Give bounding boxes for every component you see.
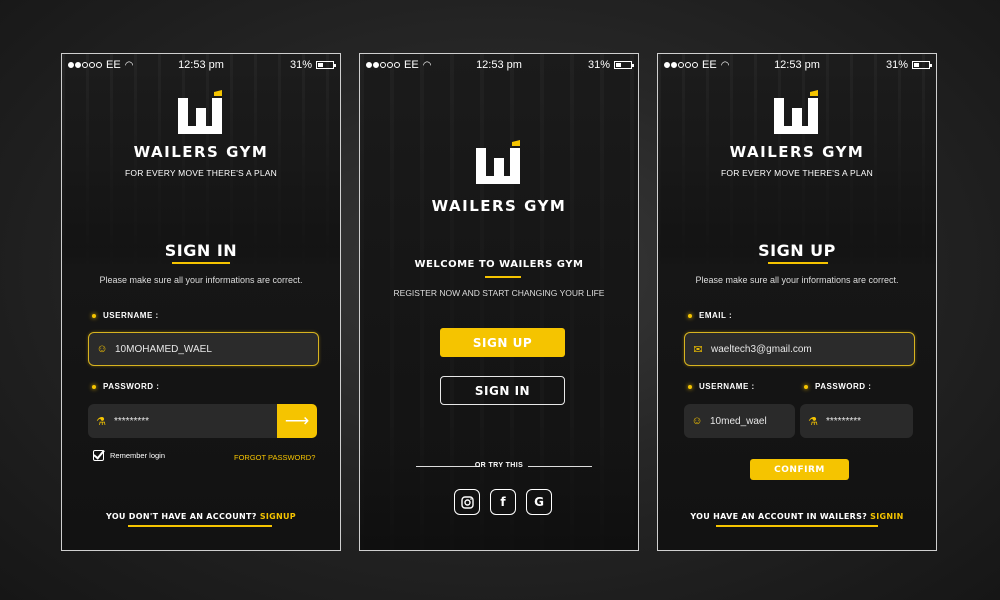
signup-prompt-text: YOU DON'T HAVE AN ACCOUNT? bbox=[106, 512, 257, 521]
password-label: PASSWORD : bbox=[804, 382, 871, 391]
battery: 31% bbox=[587, 59, 634, 71]
user-icon: ☺ bbox=[691, 415, 703, 427]
signup-button[interactable]: SIGN UP bbox=[440, 328, 565, 357]
lock-icon: ⚗ bbox=[96, 415, 106, 428]
password-label-text: PASSWORD : bbox=[815, 382, 872, 391]
logo-icon bbox=[178, 90, 222, 134]
username-value: 10med_wael bbox=[710, 415, 767, 427]
hero-background bbox=[360, 54, 638, 550]
or-text: OR TRY THIS bbox=[474, 462, 524, 469]
submit-arrow-button[interactable]: ⟶ bbox=[277, 404, 317, 438]
hero-background bbox=[658, 54, 936, 269]
password-input[interactable]: ⚗ ********* bbox=[800, 404, 913, 438]
brand-name: WAILERS GYM bbox=[133, 143, 269, 161]
bullet-icon bbox=[92, 384, 96, 389]
signin-button[interactable]: SIGN IN bbox=[440, 376, 565, 405]
signin-link[interactable]: SIGNIN bbox=[870, 512, 903, 521]
bullet-icon bbox=[688, 313, 692, 318]
title-underline bbox=[172, 262, 230, 264]
signin-prompt-text: YOU HAVE AN ACCOUNT IN WAILERS? bbox=[690, 512, 868, 521]
brand-name: WAILERS GYM bbox=[729, 143, 865, 161]
password-label: PASSWORD : bbox=[92, 382, 159, 391]
divider-right bbox=[528, 466, 592, 467]
status-bar: EE ◠ 12:53 pm 31% bbox=[360, 54, 638, 76]
status-bar: EE ◠ 12:53 pm 31% bbox=[62, 54, 340, 76]
bullet-icon bbox=[804, 384, 808, 389]
hero-background bbox=[62, 54, 340, 269]
password-value: ********* bbox=[114, 415, 150, 427]
username-label: USERNAME : bbox=[92, 311, 159, 320]
battery-icon bbox=[912, 61, 932, 69]
status-bar: EE ◠ 12:53 pm 31% bbox=[658, 54, 936, 76]
username-label-text: USERNAME : bbox=[699, 382, 755, 391]
password-input[interactable]: ⚗ ********* bbox=[88, 404, 280, 438]
brand-name: WAILERS GYM bbox=[431, 197, 567, 215]
page-title: SIGN IN bbox=[164, 241, 238, 260]
title-underline bbox=[768, 262, 828, 264]
username-input[interactable]: ☺ 10med_wael bbox=[684, 404, 795, 438]
signup-link[interactable]: SIGNUP bbox=[260, 512, 296, 521]
password-value: ********* bbox=[826, 415, 862, 427]
username-label-text: USERNAME : bbox=[103, 311, 159, 320]
bullet-icon bbox=[92, 313, 96, 318]
instagram-icon[interactable] bbox=[454, 489, 480, 515]
form-note: Please make sure all your informations a… bbox=[695, 275, 899, 285]
welcome-title: WELCOME TO WAILERS GYM bbox=[414, 259, 584, 270]
form-note: Please make sure all your informations a… bbox=[99, 275, 303, 285]
battery-icon bbox=[614, 61, 634, 69]
user-icon: ☺ bbox=[96, 343, 108, 355]
bottom-underline bbox=[716, 525, 878, 527]
logo-icon bbox=[774, 90, 818, 134]
arrow-right-icon: ⟶ bbox=[284, 411, 310, 430]
battery-icon bbox=[316, 61, 336, 69]
username-value: 10MOHAMED_WAEL bbox=[115, 343, 212, 355]
bullet-icon bbox=[688, 384, 692, 389]
email-label: EMAIL : bbox=[688, 311, 732, 320]
remember-login[interactable]: Remember login bbox=[93, 450, 165, 461]
password-label-text: PASSWORD : bbox=[103, 382, 160, 391]
signin-screen: EE ◠ 12:53 pm 31% WAILERS GYM FOR EVERY … bbox=[61, 53, 341, 551]
page-title: SIGN UP bbox=[758, 241, 836, 260]
checkbox-icon[interactable] bbox=[93, 450, 104, 461]
title-underline bbox=[485, 276, 521, 278]
facebook-icon[interactable]: f bbox=[490, 489, 516, 515]
username-input[interactable]: ☺ 10MOHAMED_WAEL bbox=[88, 332, 319, 366]
signup-screen: EE ◠ 12:53 pm 31% WAILERS GYM FOR EVERY … bbox=[657, 53, 937, 551]
remember-label: Remember login bbox=[110, 451, 166, 460]
battery-percent: 31% bbox=[289, 59, 312, 71]
mail-icon: ✉ bbox=[693, 343, 703, 356]
brand-tagline: FOR EVERY MOVE THERE'S A PLAN bbox=[721, 168, 873, 178]
lock-icon: ⚗ bbox=[808, 415, 818, 428]
signup-prompt: YOU DON'T HAVE AN ACCOUNT? SIGNUP bbox=[62, 512, 340, 521]
google-icon[interactable]: G bbox=[526, 489, 552, 515]
battery-percent: 31% bbox=[885, 59, 908, 71]
brand-tagline: FOR EVERY MOVE THERE'S A PLAN bbox=[125, 168, 277, 178]
email-label-text: EMAIL : bbox=[699, 311, 733, 320]
forgot-password-link[interactable]: FORGOT PASSWORD? bbox=[234, 453, 315, 462]
battery: 31% bbox=[885, 59, 932, 71]
welcome-screen: EE ◠ 12:53 pm 31% WAILERS GYM WELCOME TO… bbox=[359, 53, 639, 551]
signin-prompt: YOU HAVE AN ACCOUNT IN WAILERS? SIGNIN bbox=[658, 512, 936, 521]
logo-icon bbox=[476, 140, 520, 184]
battery: 31% bbox=[289, 59, 336, 71]
email-value: waeltech3@gmail.com bbox=[711, 343, 812, 355]
username-label: USERNAME : bbox=[688, 382, 755, 391]
confirm-button[interactable]: CONFIRM bbox=[750, 459, 849, 480]
email-input[interactable]: ✉ waeltech3@gmail.com bbox=[684, 332, 915, 366]
bottom-underline bbox=[128, 525, 272, 527]
welcome-subtitle: REGISTER NOW AND START CHANGING YOUR LIF… bbox=[393, 288, 605, 298]
battery-percent: 31% bbox=[587, 59, 610, 71]
